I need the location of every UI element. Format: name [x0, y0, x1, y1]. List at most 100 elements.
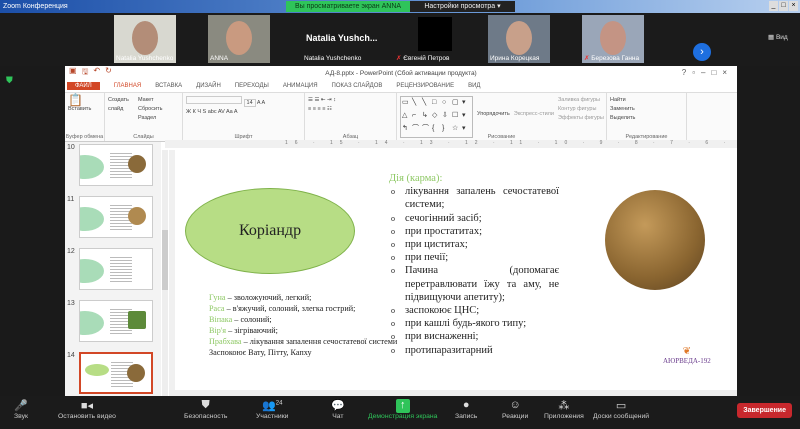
font-name-input[interactable] — [186, 96, 242, 104]
list-buttons[interactable]: ☰ ☰ ⇤ ⇥ ↕ — [308, 96, 393, 105]
chat-button[interactable]: 💬 Чат — [331, 399, 345, 420]
tab-design[interactable]: ДИЗАЙН — [196, 83, 221, 89]
font-format-buttons[interactable]: Ж К Ч S abc AV Aa A — [186, 108, 301, 117]
whiteboard-icon: ▭ — [615, 400, 627, 412]
section-button[interactable]: Раздел — [138, 114, 162, 123]
align-buttons[interactable]: ≡ ≡ ≡ ≡ ☷ — [308, 105, 393, 114]
participant-tile[interactable]: Natalia Yushchenko — [114, 15, 176, 63]
list-item: при простатитах; — [389, 225, 559, 238]
whiteboards-button[interactable]: ▭ Доски сообщений — [593, 399, 649, 420]
tab-transitions[interactable]: ПЕРЕХОДЫ — [235, 83, 269, 89]
quick-styles-button[interactable]: Экспресс-стили — [514, 96, 554, 138]
shape-effects-button[interactable]: Эффекты фигуры — [558, 114, 604, 123]
minimize-button[interactable]: _ — [769, 1, 778, 11]
slide-number: 10 — [67, 144, 75, 151]
editing-group: Найти Заменить Выделить Редактирование — [607, 93, 687, 141]
participant-name: Березова Ганна — [591, 55, 640, 62]
slide-thumbnail-selected[interactable] — [79, 352, 153, 394]
tab-animations[interactable]: АНИМАЦИЯ — [283, 83, 318, 89]
property-line: Прабхава – лікування запалення сечостате… — [209, 337, 398, 346]
drawing-group: ▭ ╲ ╲ □ ○ ▢ ▾ △ ⌐ ↳ ◇ ⇩ ☐ ▾ ↰ ⌒ ⌒{} ☆ ▾ Упорядочить Экспре… — [397, 93, 607, 141]
video-feed — [226, 21, 252, 55]
shape-fill-button[interactable]: Заливка фигуры — [558, 96, 604, 105]
chat-icon: 💬 — [331, 400, 345, 412]
list-item: заспокоює ЦНС; — [389, 304, 559, 317]
calms-line: Заспокоює Вату, Пітту, Капху — [209, 348, 312, 357]
close-button[interactable]: × — [789, 1, 798, 11]
paste-button[interactable]: Вставить — [68, 105, 101, 114]
slide-number: 14 — [67, 352, 75, 359]
view-label: Вид — [775, 34, 788, 41]
layout-button[interactable]: Макет — [138, 96, 162, 105]
font-size-input[interactable]: 14 — [243, 99, 256, 107]
slide-thumbnail[interactable] — [79, 196, 153, 238]
share-banner: Вы просматриваете экран ANNA — [286, 1, 410, 12]
tab-file[interactable]: ФАЙЛ — [67, 82, 100, 90]
list-item: при виснаженні; — [389, 330, 559, 343]
list-item: протипаразитарний — [389, 344, 559, 357]
stop-video-button[interactable]: ■◂ Остановить видео — [58, 399, 116, 420]
reactions-button[interactable]: ☺ Реакции — [502, 399, 528, 420]
participant-tile[interactable]: Ирина Корецкая — [488, 15, 550, 63]
lotus-icon: ❦ — [682, 346, 692, 357]
participant-tile[interactable]: ANNA — [208, 15, 270, 63]
new-slide-button[interactable]: Создать слайд — [108, 96, 134, 123]
paste-icon: 📋 — [68, 93, 83, 107]
tab-insert[interactable]: ВСТАВКА — [155, 83, 182, 89]
slide-thumbnail[interactable] — [79, 300, 153, 342]
slide-thumbnail[interactable] — [79, 248, 153, 290]
participant-tile[interactable]: ✗ Березова Ганна — [582, 15, 644, 63]
view-button[interactable]: ▦ Вид — [768, 33, 788, 41]
window-title: Zoom Конференция — [3, 3, 68, 10]
participants-button[interactable]: 👥24 Участники — [256, 399, 288, 420]
clipboard-group: 📋 Вставить Буфер обмена — [65, 93, 105, 141]
security-button[interactable]: ⛊ Безопасность — [184, 399, 227, 420]
property-line: Вір'я – зігріваючий; — [209, 326, 278, 335]
ribbon-tabs: ФАЙЛ ГЛАВНАЯ ВСТАВКА ДИЗАЙН ПЕРЕХОДЫ АНИ… — [65, 80, 737, 92]
shape-outline-button[interactable]: Контур фигуры — [558, 105, 604, 114]
apps-button[interactable]: ⁂ Приложения — [544, 399, 584, 420]
replace-button[interactable]: Заменить — [610, 105, 683, 114]
ppt-window-controls[interactable]: ?▫–□× — [682, 68, 733, 77]
powerpoint-window: ▣ 🖫 ↶ ↻ АД-8.pptx - PowerPoint (Сбой актива… — [65, 66, 737, 396]
video-feed — [506, 21, 532, 55]
participant-tile[interactable]: ✗ Євгеній Петров — [394, 15, 474, 63]
arrange-button[interactable]: Упорядочить — [477, 96, 510, 138]
maximize-button[interactable]: □ — [779, 1, 788, 11]
video-off — [418, 17, 452, 51]
share-screen-button[interactable]: ↑ Демонстрация экрана — [368, 399, 437, 420]
title-ellipse[interactable]: Коріандр — [185, 188, 355, 274]
actions-list[interactable]: Дія (карма): лікування запалень сечостат… — [389, 172, 559, 357]
properties-text[interactable]: Гуна – зволожуючий, легкий; Раса – в'яжу… — [209, 292, 409, 358]
select-button[interactable]: Выделить — [610, 114, 683, 123]
participants-icon: 👥24 — [262, 400, 283, 412]
ppt-title-bar: ▣ 🖫 ↶ ↻ АД-8.pptx - PowerPoint (Сбой актива… — [65, 66, 737, 80]
paragraph-group: ☰ ☰ ⇤ ⇥ ↕ ≡ ≡ ≡ ≡ ☷ Абзац — [305, 93, 397, 141]
tab-slideshow[interactable]: ПОКАЗ СЛАЙДОВ — [332, 83, 383, 89]
record-button[interactable]: ● Запись — [455, 399, 477, 420]
view-options-dropdown[interactable]: Настройки просмотра ▾ — [410, 1, 515, 12]
slide-number: 13 — [67, 300, 75, 307]
slide-number: 12 — [67, 248, 75, 255]
thumbnail-scrollbar[interactable] — [162, 150, 168, 396]
participant-name: Євгеній Петров — [403, 55, 450, 62]
ribbon: 📋 Вставить Буфер обмена Создать слайд Макет… — [65, 92, 737, 142]
zoom-toolbar: 🎤 Звук ■◂ Остановить видео ⛊ Безопасность 👥… — [0, 396, 800, 429]
audio-button[interactable]: 🎤 Звук — [14, 399, 28, 420]
shapes-gallery[interactable]: ▭ ╲ ╲ □ ○ ▢ ▾ △ ⌐ ↳ ◇ ⇩ ☐ ▾ ↰ ⌒ ⌒{} ☆ ▾ — [400, 96, 473, 138]
end-meeting-button[interactable]: Завершение — [737, 403, 792, 418]
muted-icon: ✗ — [584, 55, 590, 62]
group-label: Буфер обмена — [65, 134, 104, 140]
participant-tile[interactable]: Natalia Yushch... Natalia Yushchenko — [302, 15, 390, 63]
slide-thumbnail[interactable] — [79, 144, 153, 186]
find-button[interactable]: Найти — [610, 96, 683, 105]
tab-view[interactable]: ВИД — [468, 83, 480, 89]
actions-heading: Дія (карма): — [389, 173, 443, 184]
slide-title: Коріандр — [238, 222, 302, 239]
next-page-icon[interactable]: › — [693, 43, 711, 61]
reset-button[interactable]: Сбросить — [138, 105, 162, 114]
slide-canvas[interactable]: Коріандр Гуна – зволожуючий, легкий; Рас… — [175, 150, 737, 394]
document-title: АД-8.pptx - PowerPoint (Сбой активации п… — [325, 69, 477, 77]
tab-home[interactable]: ГЛАВНАЯ — [114, 83, 142, 89]
tab-review[interactable]: РЕЦЕНЗИРОВАНИЕ — [396, 83, 454, 89]
